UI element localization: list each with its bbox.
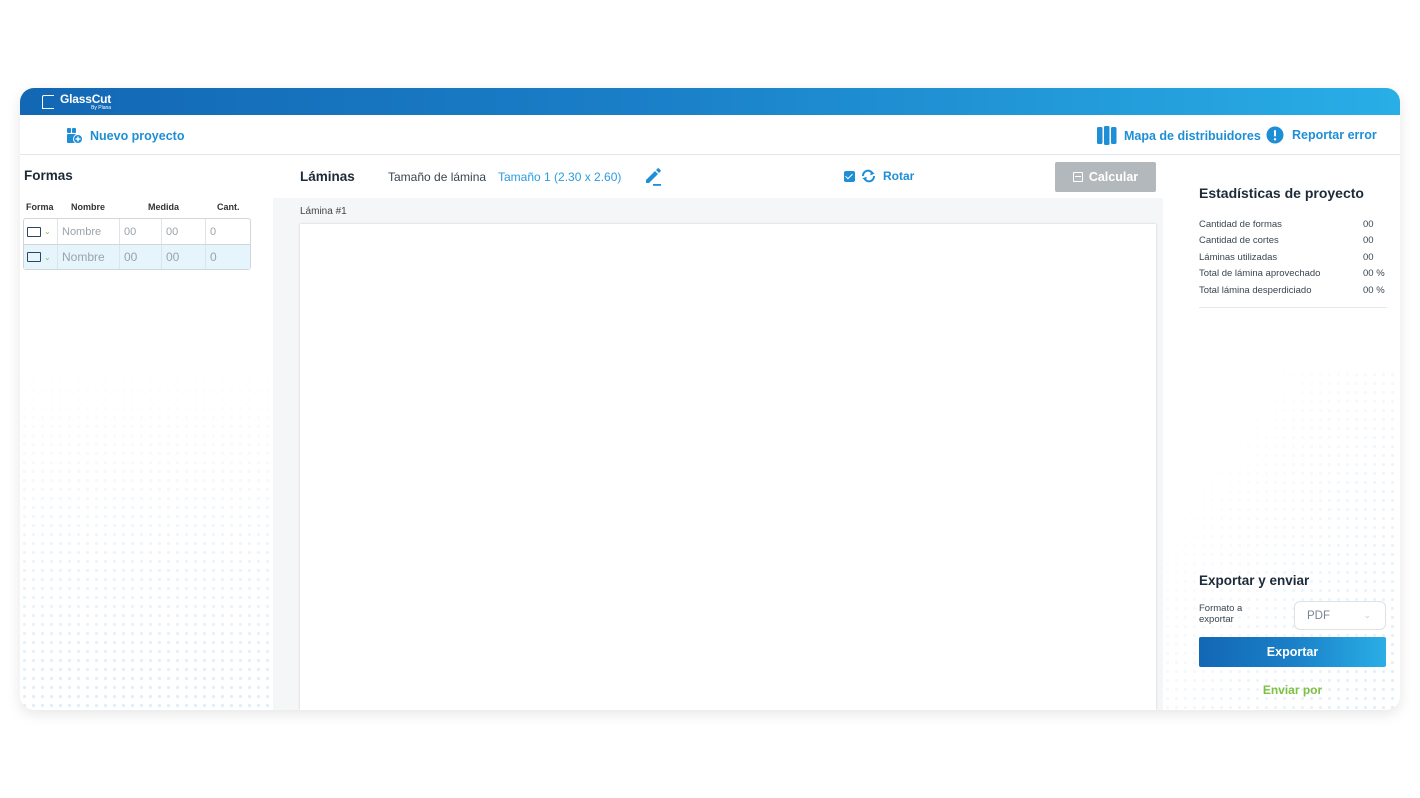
send-via-link[interactable]: Enviar por [1199,683,1386,697]
stat-used-area: Total de lámina aprovechado 00 % [1199,266,1387,283]
format-value: PDF [1307,609,1330,622]
rotate-label: Rotar [883,169,915,183]
rotate-toggle[interactable]: Rotar [844,169,914,183]
alert-icon [1266,126,1284,144]
distributors-map-button[interactable]: Mapa de distribuidores [1097,126,1261,145]
app-subtitle: By Plana [91,104,112,111]
stat-value: 00 [1363,235,1374,247]
table-row[interactable]: ⌄ Nombre 00 00 0 [24,244,250,269]
new-project-button[interactable]: Nuevo proyecto [66,127,184,144]
stat-value: 00 % [1363,284,1385,296]
sheet-canvas[interactable] [300,224,1156,710]
chevron-down-icon: ⌄ [44,227,51,236]
shape-height-input[interactable]: 00 [162,219,206,244]
shape-name-input[interactable]: Nombre [58,245,120,269]
stat-label: Cantidad de formas [1199,218,1282,230]
shape-select[interactable]: ⌄ [24,219,58,244]
export-title: Exportar y enviar [1199,573,1310,588]
title-bar: GlassCut By Plana [20,88,1400,115]
stat-value: 00 [1363,218,1374,230]
stat-value: 00 % [1363,268,1385,280]
map-icon [1097,126,1117,145]
sheet-canvas-area: Lámina #1 [273,198,1163,710]
stats-list: Cantidad de formas 00 Cantidad de cortes… [1199,216,1387,299]
rectangle-icon [27,252,41,262]
rotate-icon [862,169,875,183]
shape-qty-input[interactable]: 0 [206,219,250,244]
shape-name-input[interactable]: Nombre [58,219,120,244]
shapes-table: ⌄ Nombre 00 00 0 ⌄ Nombre 00 00 0 [23,218,251,270]
sheet-size-value[interactable]: Tamaño 1 (2.30 x 2.60) [498,170,621,184]
app-name: GlassCut [60,91,112,106]
rotate-checkbox[interactable] [844,170,855,182]
column-header-name: Nombre [71,202,106,212]
divider [1199,307,1387,308]
report-error-button[interactable]: Reportar error [1266,126,1377,144]
shape-qty-input[interactable]: 0 [206,245,250,269]
chevron-down-icon: ⌄ [44,252,51,262]
stats-panel: Estadísticas de proyecto Cantidad de for… [1163,155,1400,710]
rectangle-icon [27,226,41,237]
stat-label: Total lámina desperdiciado [1199,284,1312,296]
column-header-shape: Forma [26,202,54,212]
stat-label: Total de lámina aprovechado [1199,268,1321,280]
edit-icon[interactable] [643,166,663,186]
new-project-label: Nuevo proyecto [90,128,185,143]
stat-value: 00 [1363,251,1374,263]
table-row[interactable]: ⌄ Nombre 00 00 0 [24,219,250,244]
column-header-measure: Medida [148,202,180,212]
column-header-qty: Cant. [217,202,240,212]
format-label: Formato a exportar [1199,603,1243,626]
stat-wasted-area: Total lámina desperdiciado 00 % [1199,282,1387,299]
stat-shapes-count: Cantidad de formas 00 [1199,216,1387,233]
shape-height-input[interactable]: 00 [162,245,206,269]
sheet-size-label: Tamaño de lámina [388,170,487,184]
format-select[interactable]: PDF ⌄ [1294,601,1386,630]
glasscut-logo-icon [42,94,54,109]
calculate-label: Calcular [1088,170,1139,184]
shapes-title: Formas [24,168,73,183]
shapes-panel: Formas Forma Nombre Medida Cant. ⌄ Nombr… [20,155,273,710]
app-window: GlassCut By Plana Nuevo proyecto Mapa de… [20,88,1400,710]
calculate-button[interactable]: Calcular [1055,162,1156,192]
chevron-down-icon: ⌄ [1363,610,1371,620]
new-project-icon [67,128,83,144]
sheet-label: Lámina #1 [300,206,347,217]
toolbar: Nuevo proyecto Mapa de distribuidores Re… [20,115,1400,155]
stats-title: Estadísticas de proyecto [1199,185,1364,201]
shape-select[interactable]: ⌄ [24,245,58,269]
stat-cuts-count: Cantidad de cortes 00 [1199,233,1387,250]
distributors-map-label: Mapa de distribuidores [1124,128,1261,143]
export-button[interactable]: Exportar [1199,637,1386,667]
calculator-icon [1072,172,1083,182]
sheets-title: Láminas [300,169,355,184]
app-logo: GlassCut By Plana [60,93,111,111]
dot-pattern-decoration [20,350,273,710]
stat-label: Cantidad de cortes [1199,235,1279,247]
stat-sheets-used: Láminas utilizadas 00 [1199,249,1387,266]
shape-width-input[interactable]: 00 [120,219,162,244]
shape-width-input[interactable]: 00 [120,245,162,269]
stat-label: Láminas utilizadas [1199,251,1278,263]
report-error-label: Reportar error [1292,128,1377,142]
sheets-header: Láminas Tamaño de lámina Tamaño 1 (2.30 … [273,155,1163,198]
